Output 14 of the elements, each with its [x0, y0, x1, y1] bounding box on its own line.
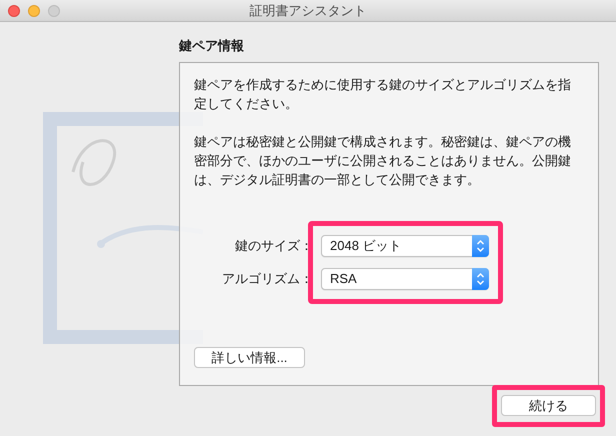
popup-button[interactable]: RSA	[321, 268, 489, 290]
popup-button[interactable]: 2048 ビット	[321, 235, 489, 257]
field-label: アルゴリズム：	[221, 270, 314, 288]
updown-icon	[472, 268, 489, 290]
section-heading: 鍵ペア情報	[179, 37, 245, 55]
description-text: 鍵ペアを作成するために使用する鍵のサイズとアルゴリズムを指定してください。	[194, 76, 572, 113]
description-text: 鍵ペアは秘密鍵と公開鍵で構成されます。秘密鍵は、鍵ペアの機密部分で、ほかのユーザに公開されることはありません。公開鍵は、デジタル証明書の一部として公開できます。	[194, 133, 572, 189]
updown-icon	[472, 235, 489, 257]
close-button[interactable]	[8, 4, 20, 16]
more-info-button[interactable]: 詳しい情報...	[194, 347, 305, 368]
minimize-button[interactable]	[28, 4, 40, 16]
continue-button[interactable]: 続ける	[501, 395, 596, 416]
window-title: 証明書アシスタント	[248, 2, 368, 20]
field-label: 鍵のサイズ：	[234, 237, 314, 256]
